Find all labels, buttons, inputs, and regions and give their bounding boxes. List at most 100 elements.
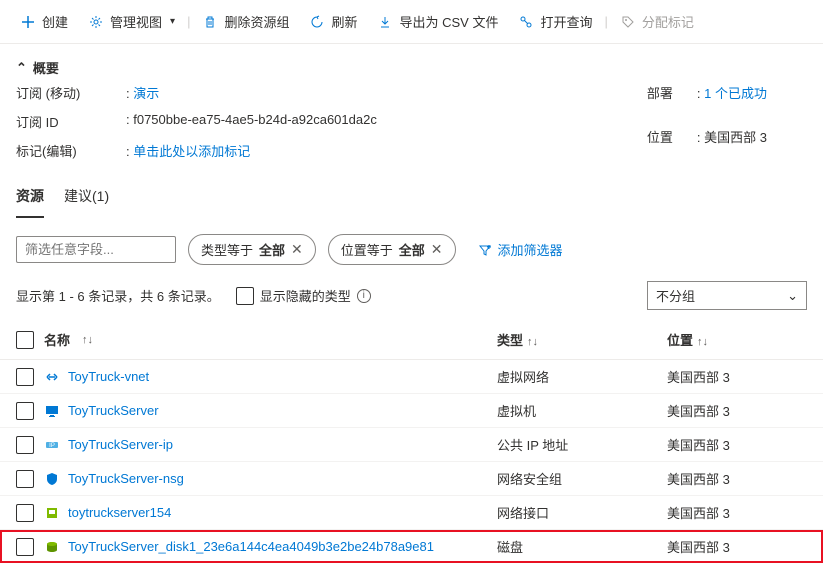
table-row[interactable]: ToyTruckServer 虚拟机 美国西部 3 [0, 394, 823, 428]
row-checkbox[interactable] [16, 538, 34, 556]
gear-icon [88, 14, 104, 30]
create-button[interactable]: 创建 [12, 8, 76, 35]
type-pill-value: 全部 [259, 240, 285, 259]
chevron-down-icon: ⌄ [787, 288, 798, 304]
assign-tags-button: 分配标记 [612, 8, 702, 35]
assign-tags-label: 分配标记 [642, 12, 694, 31]
show-hidden-label: 显示隐藏的类型 [260, 286, 351, 305]
nsg-icon [44, 471, 60, 487]
subscription-label: 订阅 (移动) [16, 83, 126, 102]
sort-icon: ↑↓ [527, 336, 538, 348]
refresh-label: 刷新 [331, 12, 357, 31]
tab-resources[interactable]: 资源 [16, 176, 44, 218]
export-csv-button[interactable]: 导出为 CSV 文件 [369, 8, 506, 35]
open-query-button[interactable]: 打开查询 [510, 8, 600, 35]
create-label: 创建 [42, 12, 68, 31]
nic-icon [44, 505, 60, 521]
show-hidden-checkbox[interactable] [236, 287, 254, 305]
resource-type: 虚拟网络 [497, 367, 667, 386]
resource-location: 美国西部 3 [667, 503, 807, 522]
group-by-select[interactable]: 不分组 ⌄ [647, 281, 807, 310]
resource-name-link[interactable]: toytruckserver154 [68, 505, 171, 520]
trash-icon [202, 14, 218, 30]
chevron-down-icon: ▾ [170, 16, 175, 27]
table-row[interactable]: IP ToyTruckServer-ip 公共 IP 地址 美国西部 3 [0, 428, 823, 462]
resource-type: 虚拟机 [497, 401, 667, 420]
delete-rg-button[interactable]: 删除资源组 [194, 8, 297, 35]
plus-icon [20, 14, 36, 30]
tabs: 资源 建议(1) [0, 176, 823, 218]
deployments-link[interactable]: 1 个已成功 [704, 86, 767, 101]
column-header-name[interactable]: 名称↑↓ [44, 330, 497, 349]
record-count-text: 显示第 1 - 6 条记录，共 6 条记录。 [16, 286, 220, 305]
table-row[interactable]: ToyTruckServer-nsg 网络安全组 美国西部 3 [0, 462, 823, 496]
sort-icon: ↑↓ [697, 336, 708, 348]
summary-section: ⌃ 概要 订阅 (移动) : 演示 订阅 ID : f0750bbe-ea75-… [0, 44, 823, 176]
location-pill-prefix: 位置等于 [341, 240, 393, 259]
query-icon [518, 14, 534, 30]
row-checkbox[interactable] [16, 504, 34, 522]
row-checkbox[interactable] [16, 402, 34, 420]
vm-icon [44, 403, 60, 419]
download-icon [377, 14, 393, 30]
resource-location: 美国西部 3 [667, 435, 807, 454]
resource-name-link[interactable]: ToyTruckServer [68, 403, 159, 418]
refresh-button[interactable]: 刷新 [301, 8, 365, 35]
resource-type: 网络接口 [497, 503, 667, 522]
list-controls: 显示第 1 - 6 条记录，共 6 条记录。 显示隐藏的类型 i 不分组 ⌄ [0, 275, 823, 320]
svg-text:IP: IP [49, 443, 55, 449]
info-icon[interactable]: i [357, 289, 371, 303]
close-icon[interactable]: ✕ [431, 241, 443, 258]
disk-icon [44, 539, 60, 555]
delete-rg-label: 删除资源组 [224, 12, 289, 31]
manage-view-button[interactable]: 管理视图 ▾ [80, 8, 183, 35]
resource-name-link[interactable]: ToyTruckServer-ip [68, 437, 173, 452]
close-icon[interactable]: ✕ [291, 241, 303, 258]
table-row[interactable]: ToyTruckServer_disk1_23e6a144c4ea4049b3e… [0, 530, 823, 563]
filter-funnel-icon [478, 243, 492, 257]
resource-name-link[interactable]: ToyTruckServer_disk1_23e6a144c4ea4049b3e… [68, 539, 434, 554]
tag-icon [620, 14, 636, 30]
location-pill-value: 全部 [399, 240, 425, 259]
subscription-link[interactable]: 演示 [133, 86, 159, 101]
resource-location: 美国西部 3 [667, 537, 807, 556]
vnet-icon [44, 369, 60, 385]
resource-location: 美国西部 3 [667, 367, 807, 386]
resource-location: 美国西部 3 [667, 469, 807, 488]
subscription-id-value: f0750bbe-ea75-4ae5-b24d-a92ca601da2c [133, 112, 377, 127]
select-all-checkbox[interactable] [16, 331, 34, 349]
row-checkbox[interactable] [16, 436, 34, 454]
row-checkbox[interactable] [16, 368, 34, 386]
chevron-up-icon: ⌃ [16, 60, 27, 76]
summary-toggle[interactable]: ⌃ 概要 [16, 52, 807, 83]
filter-input[interactable] [16, 236, 176, 263]
column-header-type[interactable]: 类型↑↓ [497, 330, 667, 349]
resource-type: 网络安全组 [497, 469, 667, 488]
open-query-label: 打开查询 [540, 12, 592, 31]
table-header: 名称↑↓ 类型↑↓ 位置↑↓ [0, 320, 823, 360]
resource-type: 磁盘 [497, 537, 667, 556]
table-row[interactable]: toytruckserver154 网络接口 美国西部 3 [0, 496, 823, 530]
ip-icon: IP [44, 437, 60, 453]
filter-bar: 类型等于 全部 ✕ 位置等于 全部 ✕ 添加筛选器 [0, 218, 823, 275]
add-filter-button[interactable]: 添加筛选器 [468, 235, 573, 264]
add-filter-label: 添加筛选器 [498, 240, 563, 259]
type-filter-pill[interactable]: 类型等于 全部 ✕ [188, 234, 316, 265]
resource-name-link[interactable]: ToyTruck-vnet [68, 369, 149, 384]
location-filter-pill[interactable]: 位置等于 全部 ✕ [328, 234, 456, 265]
summary-header-label: 概要 [33, 58, 59, 77]
type-pill-prefix: 类型等于 [201, 240, 253, 259]
row-checkbox[interactable] [16, 470, 34, 488]
table-row[interactable]: ToyTruck-vnet 虚拟网络 美国西部 3 [0, 360, 823, 394]
tags-link[interactable]: 单击此处以添加标记 [133, 144, 250, 159]
tags-label: 标记(编辑) [16, 141, 126, 160]
table-body: ToyTruck-vnet 虚拟网络 美国西部 3 ToyTruckServer… [0, 360, 823, 563]
tab-suggestions[interactable]: 建议(1) [64, 176, 109, 218]
sort-icon: ↑↓ [82, 334, 93, 346]
resource-name-link[interactable]: ToyTruckServer-nsg [68, 471, 184, 486]
column-header-location[interactable]: 位置↑↓ [667, 330, 807, 349]
export-csv-label: 导出为 CSV 文件 [399, 12, 498, 31]
manage-view-label: 管理视图 [110, 12, 162, 31]
show-hidden-checkbox-container[interactable]: 显示隐藏的类型 i [236, 286, 371, 305]
resource-location: 美国西部 3 [667, 401, 807, 420]
